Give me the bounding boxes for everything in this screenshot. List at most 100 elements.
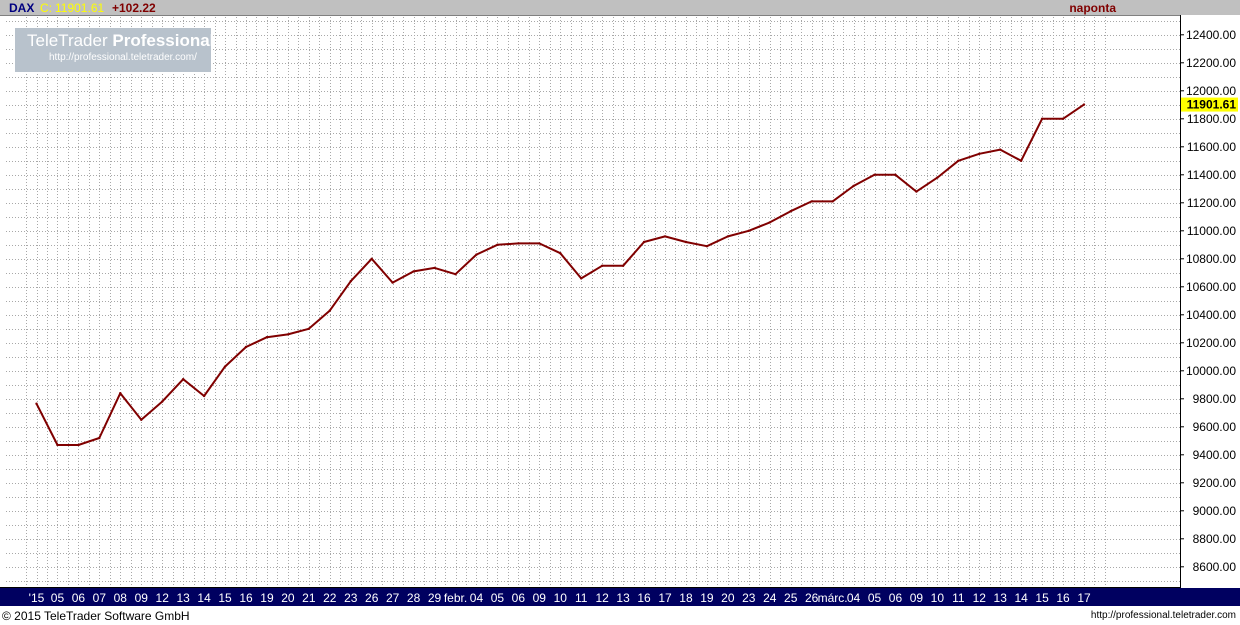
x-tick-label: 25	[784, 591, 798, 605]
x-tick-label: febr.	[444, 591, 467, 605]
x-tick-label: 11	[575, 591, 588, 605]
x-tick-label: 15	[1035, 591, 1049, 605]
data-point	[223, 365, 227, 368]
data-point	[412, 270, 415, 273]
y-tick-label: 10000.00	[1186, 364, 1236, 378]
teletrader-logo: TeleTrader Professional http://professio…	[15, 28, 214, 72]
data-point	[559, 252, 562, 255]
data-point	[496, 243, 499, 246]
x-tick-label: 13	[616, 591, 630, 605]
data-point	[999, 148, 1002, 151]
data-point	[265, 336, 269, 339]
y-tick-label: 9000.00	[1193, 504, 1237, 518]
data-point	[768, 221, 771, 224]
x-tick-label: 16	[1056, 591, 1070, 605]
y-tick-label: 10400.00	[1186, 308, 1236, 322]
data-point	[580, 277, 583, 280]
x-tick-label: 18	[679, 591, 693, 605]
y-tick-label: 9800.00	[1193, 392, 1237, 406]
data-point	[328, 309, 331, 312]
data-point	[810, 200, 813, 203]
y-tick-label: 10200.00	[1186, 336, 1236, 350]
x-tick-label: 09	[533, 591, 547, 605]
y-tick-label: 8800.00	[1193, 532, 1237, 546]
data-point	[244, 345, 248, 349]
x-tick-label: 17	[1077, 591, 1091, 605]
data-point	[1082, 103, 1086, 106]
x-tick-label: 14	[197, 591, 211, 605]
x-tick-label: 05	[491, 591, 505, 605]
logo-url: http://professional.teletrader.com/	[49, 52, 197, 63]
x-tick-label: 21	[302, 591, 316, 605]
data-point	[642, 240, 646, 244]
data-point	[140, 418, 143, 421]
x-tick-label: 17	[658, 591, 672, 605]
y-tick-label: 12200.00	[1186, 56, 1236, 70]
x-tick-label: 22	[323, 591, 337, 605]
price-chart: 8600.00 8800.00 9000.00 9200.00 9400.00 9600.…	[0, 15, 1238, 605]
data-point	[789, 210, 792, 213]
x-tick-label: 10	[931, 591, 945, 605]
data-points	[35, 103, 1086, 447]
x-tick-label: 12	[156, 591, 170, 605]
copyright-text: © 2015 TeleTrader Software GmbH	[2, 609, 190, 623]
data-point	[747, 229, 750, 232]
data-point	[307, 327, 311, 330]
data-point	[161, 400, 164, 403]
data-point	[56, 443, 59, 447]
y-tick-label: 12000.00	[1186, 84, 1236, 98]
x-tick-label: 06	[889, 591, 903, 605]
y-tick-label: 11000.00	[1187, 224, 1236, 238]
data-point	[119, 392, 122, 395]
y-tick-label: 10800.00	[1186, 252, 1236, 266]
data-point	[936, 176, 939, 179]
data-point	[349, 280, 352, 283]
x-tick-label: 23	[742, 591, 756, 605]
x-tick-label: 16	[637, 591, 651, 605]
data-point	[1061, 117, 1065, 121]
x-tick-label: 14	[1014, 591, 1028, 605]
data-point	[286, 333, 290, 336]
x-tick-label: 06	[72, 591, 86, 605]
data-point	[705, 245, 709, 248]
data-point	[181, 378, 185, 381]
footer-url-link[interactable]: http://professional.teletrader.com	[1091, 610, 1236, 621]
data-point	[35, 402, 38, 405]
grid	[6, 17, 1180, 586]
x-tick-label: 19	[700, 591, 714, 605]
data-point	[98, 436, 101, 440]
data-point	[957, 159, 960, 162]
x-tick-label: 05	[868, 591, 882, 605]
last-value-label: 11901.61	[1187, 98, 1237, 112]
x-tick-label: '15	[29, 591, 45, 605]
x-tick-label: 28	[407, 591, 421, 605]
data-point	[915, 190, 918, 193]
y-tick-label: 8600.00	[1193, 560, 1237, 574]
x-tick-label: 13	[176, 591, 190, 605]
x-tick-label: 12	[595, 591, 609, 605]
x-tick-label: márc.	[818, 591, 848, 605]
data-point	[1019, 159, 1023, 162]
x-tick-label: 10	[554, 591, 568, 605]
data-point	[517, 242, 520, 245]
data-point	[391, 281, 394, 284]
x-tick-label: 26	[365, 591, 379, 605]
data-point	[77, 443, 80, 447]
data-point	[852, 184, 855, 188]
x-tick-label: 11	[952, 591, 965, 605]
x-tick-label: 09	[910, 591, 924, 605]
data-point	[831, 200, 834, 203]
x-tick-label: 26	[805, 591, 819, 605]
x-tick-label: 24	[763, 591, 777, 605]
y-tick-label: 11600.00	[1187, 140, 1236, 154]
logo-title-regular: TeleTrader	[27, 31, 108, 50]
data-point	[600, 264, 604, 267]
x-tick-label: 23	[344, 591, 358, 605]
data-point	[978, 152, 981, 155]
data-point	[370, 257, 373, 260]
x-tick-label: 08	[114, 591, 128, 605]
logo-title: TeleTrader Professional	[27, 31, 214, 51]
x-tick-label: 15	[218, 591, 232, 605]
data-point	[433, 266, 436, 270]
x-tick-label: 20	[281, 591, 295, 605]
